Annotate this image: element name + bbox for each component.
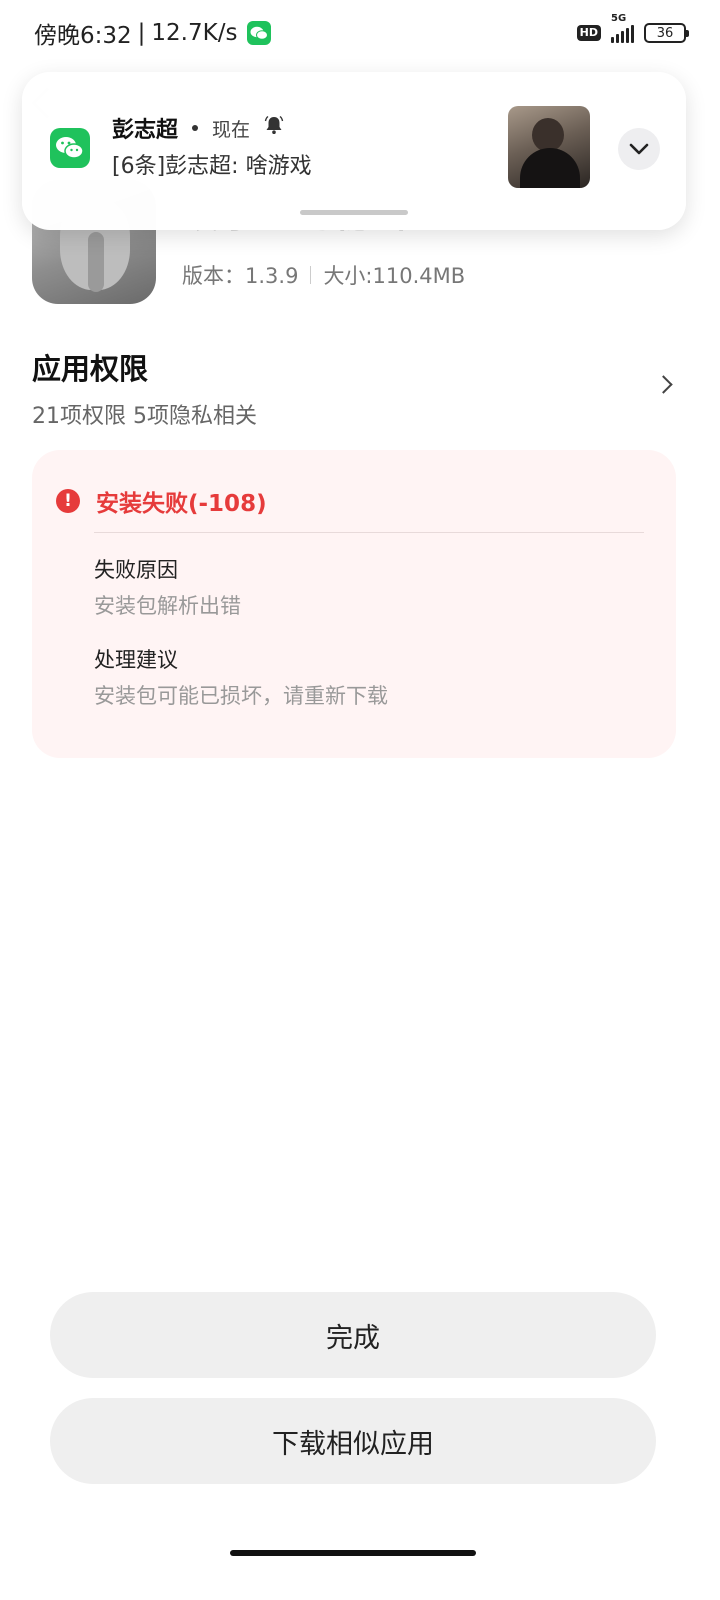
notification-message: [6条]彭志超: 啥游戏 bbox=[112, 154, 312, 179]
meta-divider bbox=[310, 266, 312, 284]
status-time: 傍晚6:32 bbox=[34, 23, 132, 49]
app-meta: 版本：1.3.9 大小:110.4MB bbox=[182, 260, 465, 290]
permissions-title: 应用权限 bbox=[32, 352, 149, 386]
permissions-row[interactable]: 应用权限 21项权限 5项隐私相关 bbox=[32, 346, 688, 430]
notification-banner[interactable]: 彭志超 现在 [6条]彭志超: 啥游戏 bbox=[22, 72, 686, 230]
wechat-icon bbox=[50, 128, 90, 168]
notification-time: 现在 bbox=[212, 118, 251, 141]
install-error-card: ! 安装失败(-108) 失败原因 安装包解析出错 处理建议 安装包可能已损坏，… bbox=[32, 450, 676, 758]
error-icon: ! bbox=[56, 489, 80, 513]
dot-separator bbox=[192, 125, 199, 131]
battery-level: 36 bbox=[656, 25, 674, 41]
network-type: 5G bbox=[611, 13, 627, 24]
advice-value: 安装包可能已损坏，请重新下载 bbox=[94, 684, 388, 708]
notification-sender: 彭志超 bbox=[112, 118, 179, 143]
failure-reason-label: 失败原因 bbox=[94, 558, 178, 582]
network-speed: 12.7K/s bbox=[151, 20, 238, 46]
bell-icon bbox=[264, 115, 284, 141]
app-version: 版本：1.3.9 bbox=[182, 264, 299, 288]
chevron-down-icon bbox=[629, 143, 649, 155]
done-button[interactable]: 完成 bbox=[50, 1292, 656, 1378]
signal-icon: 5G bbox=[611, 13, 634, 43]
advice-label: 处理建议 bbox=[94, 648, 178, 672]
error-header: ! 安装失败(-108) bbox=[56, 484, 267, 518]
notification-drag-handle[interactable] bbox=[300, 210, 408, 215]
failure-reason-value: 安装包解析出错 bbox=[94, 594, 241, 618]
download-similar-apps-button[interactable]: 下载相似应用 bbox=[50, 1398, 656, 1484]
battery-icon: 36 bbox=[644, 23, 689, 43]
wechat-status-icon bbox=[247, 21, 272, 45]
app-size: 大小:110.4MB bbox=[323, 264, 466, 288]
expand-notification-button[interactable] bbox=[618, 128, 660, 170]
notification-header: 彭志超 现在 bbox=[112, 112, 284, 144]
error-divider bbox=[94, 532, 644, 533]
error-title: 安装失败(-108) bbox=[96, 491, 267, 517]
hd-badge: HD bbox=[576, 25, 601, 41]
status-bar: 傍晚6:32 | 12.7K/s HD 5G 36 bbox=[0, 0, 720, 66]
status-separator: | bbox=[137, 20, 146, 46]
home-indicator[interactable] bbox=[230, 1550, 476, 1556]
permissions-summary: 21项权限 5项隐私相关 bbox=[32, 404, 257, 429]
sender-avatar bbox=[508, 106, 590, 188]
